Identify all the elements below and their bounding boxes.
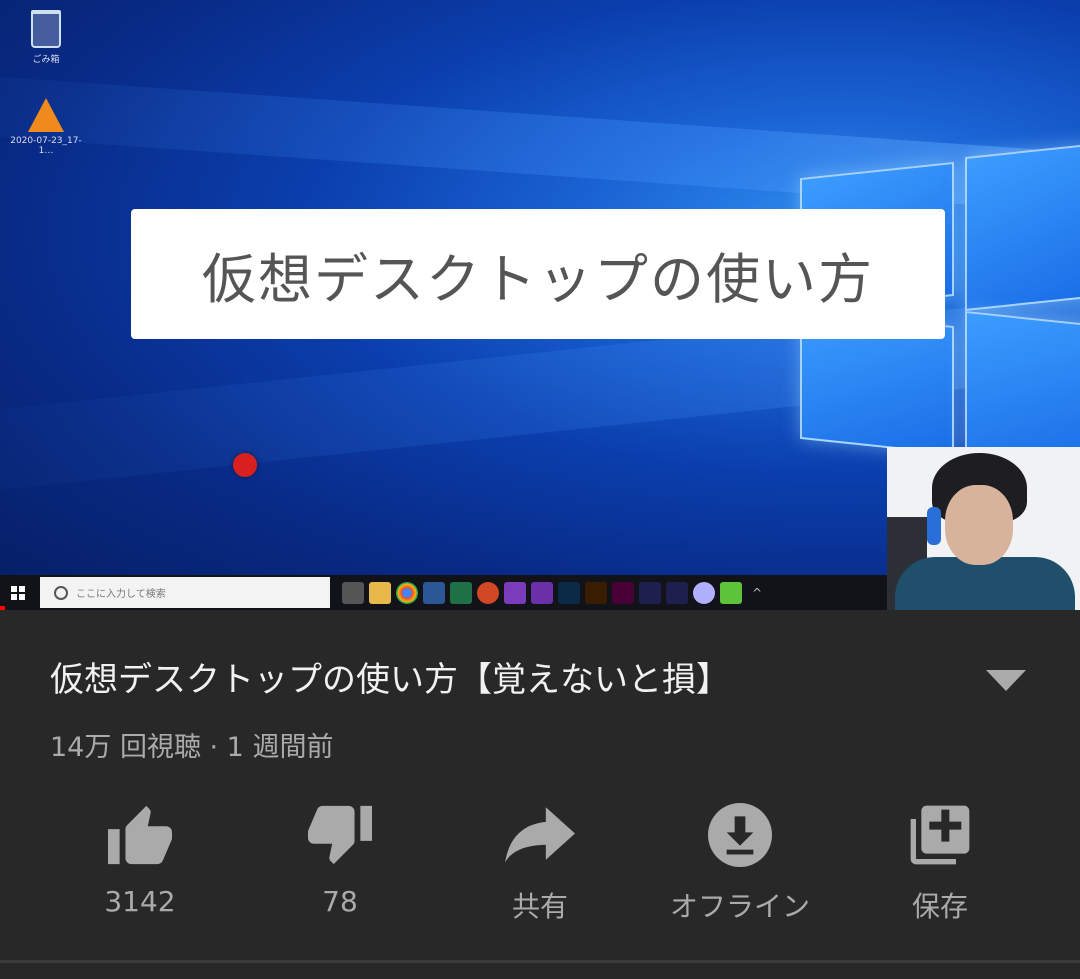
download-label: オフライン <box>669 890 810 923</box>
dislike-count: 78 <box>322 885 358 918</box>
onenote-icon[interactable] <box>504 581 526 604</box>
desktop-icon-label: ごみ箱 <box>32 55 60 65</box>
photoshop-icon[interactable] <box>558 581 580 604</box>
download-icon <box>700 795 780 875</box>
taskbar-search-box[interactable]: ここに入力して検索 <box>40 577 330 608</box>
premiere-icon[interactable] <box>666 581 688 604</box>
camtasia-icon[interactable] <box>720 581 742 604</box>
tray-chevron-icon[interactable]: ^ <box>752 586 762 600</box>
playlist-add-icon <box>900 795 980 875</box>
save-label: 保存 <box>911 890 968 923</box>
like-button[interactable]: 3142 <box>40 795 240 925</box>
save-button[interactable]: 保存 <box>840 795 1040 925</box>
action-bar: 3142 78 共有 オフライン 保存 <box>40 795 1040 925</box>
video-meta: 14万 回視聴 · 1 週間前 <box>50 732 334 763</box>
desktop-icon-label: 2020-07-23_17-1… <box>10 136 82 156</box>
download-button[interactable]: オフライン <box>640 795 840 925</box>
task-view-icon[interactable] <box>342 581 364 604</box>
share-button[interactable]: 共有 <box>440 795 640 925</box>
thumbs-down-icon <box>300 795 380 875</box>
desktop-icon-video-file[interactable]: 2020-07-23_17-1… <box>5 98 87 156</box>
dislike-button[interactable]: 78 <box>240 795 440 925</box>
video-progress-bar[interactable] <box>0 606 6 610</box>
video-player[interactable]: ごみ箱 2020-07-23_17-1… 仮想デスクトップの使い方 ここに入力し… <box>0 0 1080 610</box>
presenter-body <box>895 557 1075 610</box>
share-icon <box>500 795 580 875</box>
taskbar-apps <box>342 581 742 604</box>
start-button[interactable] <box>0 575 36 610</box>
excel-icon[interactable] <box>450 581 472 604</box>
file-explorer-icon[interactable] <box>369 581 391 604</box>
headset-shape <box>927 507 941 545</box>
after-effects-icon[interactable] <box>639 581 661 604</box>
illustrator-icon[interactable] <box>585 581 607 604</box>
xd-icon[interactable] <box>612 581 634 604</box>
windows-taskbar: ここに入力して検索 ^ <box>0 575 887 610</box>
mouse-cursor-highlight <box>233 453 257 477</box>
webcam-overlay <box>887 447 1080 610</box>
visual-studio-icon[interactable] <box>531 581 553 604</box>
chrome-icon[interactable] <box>396 581 418 604</box>
word-icon[interactable] <box>423 581 445 604</box>
video-overlay-title: 仮想デスクトップの使い方 <box>131 209 945 339</box>
presenter-face <box>945 485 1013 565</box>
section-divider <box>0 960 1080 963</box>
wallpaper-window-pane <box>965 142 1080 312</box>
desktop-icon-recycle-bin[interactable]: ごみ箱 <box>22 10 70 65</box>
recycle-bin-icon <box>31 10 61 48</box>
vlc-icon <box>28 98 64 132</box>
app-icon[interactable] <box>693 581 715 604</box>
powerpoint-icon[interactable] <box>477 581 499 604</box>
wallpaper-window-pane <box>965 310 1080 465</box>
search-icon <box>54 585 68 600</box>
like-count: 3142 <box>104 885 176 918</box>
thumbs-up-icon <box>100 795 180 875</box>
video-title: 仮想デスクトップの使い方【覚えないと損】 <box>50 660 730 700</box>
windows-logo-icon <box>11 585 25 600</box>
taskbar-search-placeholder: ここに入力して検索 <box>76 589 166 600</box>
share-label: 共有 <box>511 890 568 923</box>
expand-description-chevron-icon[interactable] <box>986 670 1026 691</box>
